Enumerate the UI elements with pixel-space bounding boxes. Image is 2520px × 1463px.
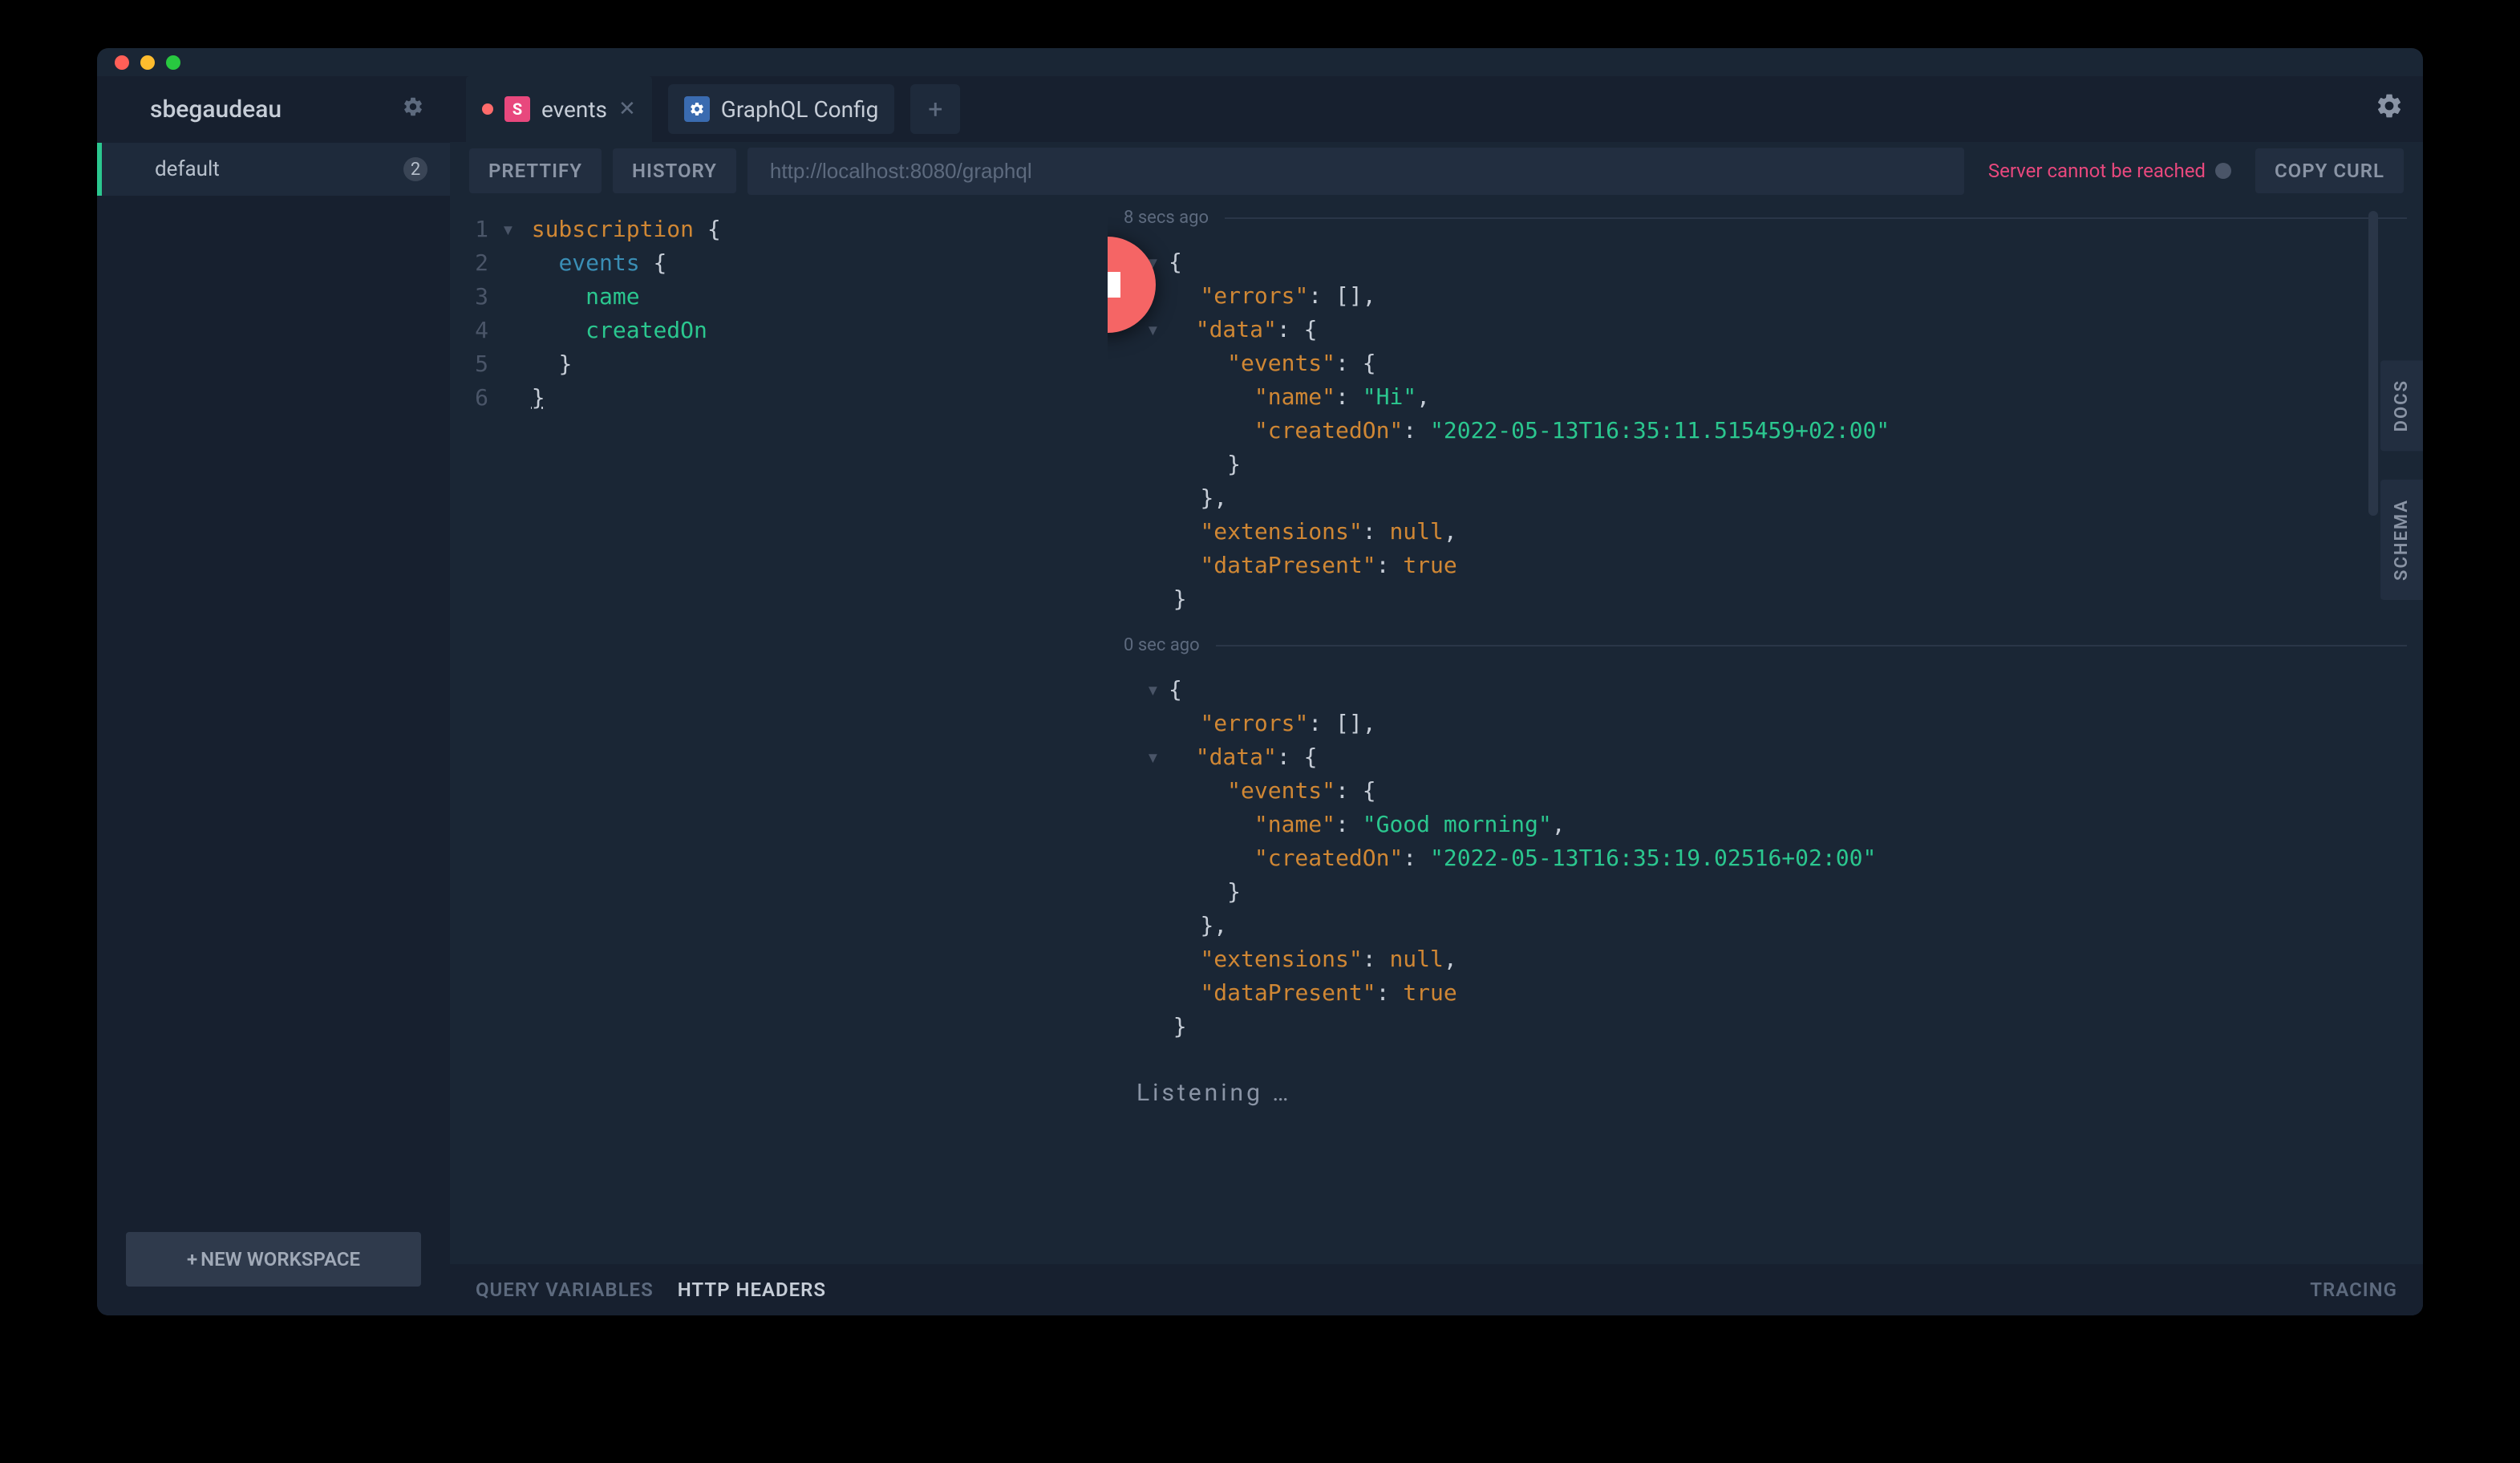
response-json-block[interactable]: ▾{ "errors": [], ▾ "data": { "events": {… xyxy=(1108,662,2423,1055)
footer: QUERY VARIABLES HTTP HEADERS TRACING xyxy=(450,1264,2423,1315)
new-tab-button[interactable]: + xyxy=(910,84,960,134)
new-workspace-label: NEW WORKSPACE xyxy=(201,1248,360,1270)
response-timestamp: 8 secs ago xyxy=(1108,200,2423,234)
query-line[interactable]: 3 name xyxy=(463,280,1108,314)
close-window-icon[interactable] xyxy=(115,55,129,70)
copy-curl-button[interactable]: COPY CURL xyxy=(2255,148,2404,193)
maximize-window-icon[interactable] xyxy=(166,55,180,70)
titlebar xyxy=(97,48,2423,76)
query-line[interactable]: 4 createdOn xyxy=(463,314,1108,347)
config-gear-icon xyxy=(684,96,710,122)
new-workspace-button[interactable]: + NEW WORKSPACE xyxy=(126,1232,421,1287)
schema-tab[interactable]: SCHEMA xyxy=(2380,480,2423,600)
sidebar-item-default[interactable]: default 2 xyxy=(97,143,450,196)
server-status-text: Server cannot be reached xyxy=(1988,160,2206,182)
subscription-icon: S xyxy=(504,96,530,122)
plus-icon: + xyxy=(187,1248,197,1270)
status-dot-icon xyxy=(2215,163,2231,179)
editor-split: 1▾ subscription {2 events {3 name4 creat… xyxy=(450,200,2423,1264)
tab-label: events xyxy=(541,96,607,123)
docs-tab[interactable]: DOCS xyxy=(2380,360,2423,451)
query-line[interactable]: 5 } xyxy=(463,347,1108,381)
response-timestamp: 0 sec ago xyxy=(1108,627,2423,662)
minimize-window-icon[interactable] xyxy=(140,55,155,70)
workspace-settings-icon[interactable] xyxy=(402,95,424,124)
history-button[interactable]: HISTORY xyxy=(613,148,736,193)
server-status: Server cannot be reached xyxy=(1975,160,2244,182)
workspace-name: sbegaudeau xyxy=(150,95,282,124)
app-window: sbegaudeau default 2 + NEW WORKSPACE S e… xyxy=(97,48,2423,1315)
tab-graphql-config[interactable]: GraphQL Config xyxy=(668,84,895,134)
tabs-row: S events ✕ GraphQL Config + xyxy=(450,76,2423,142)
sidebar-item-badge: 2 xyxy=(403,157,427,181)
sidebar-header: sbegaudeau xyxy=(97,76,450,143)
tab-label: GraphQL Config xyxy=(721,96,879,123)
editor-area: S events ✕ GraphQL Config + PRETTIFY HIS xyxy=(450,76,2423,1315)
query-variables-tab[interactable]: QUERY VARIABLES xyxy=(476,1279,654,1301)
prettify-button[interactable]: PRETTIFY xyxy=(469,148,602,193)
close-tab-icon[interactable]: ✕ xyxy=(618,97,636,121)
main-content: sbegaudeau default 2 + NEW WORKSPACE S e… xyxy=(97,76,2423,1315)
query-line[interactable]: 1▾ subscription { xyxy=(463,213,1108,246)
unsaved-dot-icon xyxy=(482,103,493,115)
http-headers-tab[interactable]: HTTP HEADERS xyxy=(678,1279,826,1301)
query-line[interactable]: 6 } xyxy=(463,381,1108,415)
listening-status: Listening … xyxy=(1108,1055,2423,1131)
app-settings-icon[interactable] xyxy=(2375,91,2404,128)
tracing-tab[interactable]: TRACING xyxy=(2310,1279,2397,1301)
tab-events[interactable]: S events ✕ xyxy=(466,76,652,142)
query-editor[interactable]: 1▾ subscription {2 events {3 name4 creat… xyxy=(450,200,1108,1264)
response-pane: 8 secs ago▾{ "errors": [], ▾ "data": { "… xyxy=(1108,200,2423,1264)
sidebar-item-label: default xyxy=(155,157,220,181)
endpoint-input[interactable] xyxy=(747,148,1964,195)
scrollbar[interactable] xyxy=(2368,211,2378,516)
query-line[interactable]: 2 events { xyxy=(463,246,1108,280)
side-tabs: DOCS SCHEMA xyxy=(2380,360,2423,600)
toolbar: PRETTIFY HISTORY Server cannot be reache… xyxy=(450,142,2423,200)
response-json-block[interactable]: ▾{ "errors": [], ▾ "data": { "events": {… xyxy=(1108,234,2423,627)
stop-icon xyxy=(1108,272,1120,298)
sidebar: sbegaudeau default 2 + NEW WORKSPACE xyxy=(97,76,450,1315)
